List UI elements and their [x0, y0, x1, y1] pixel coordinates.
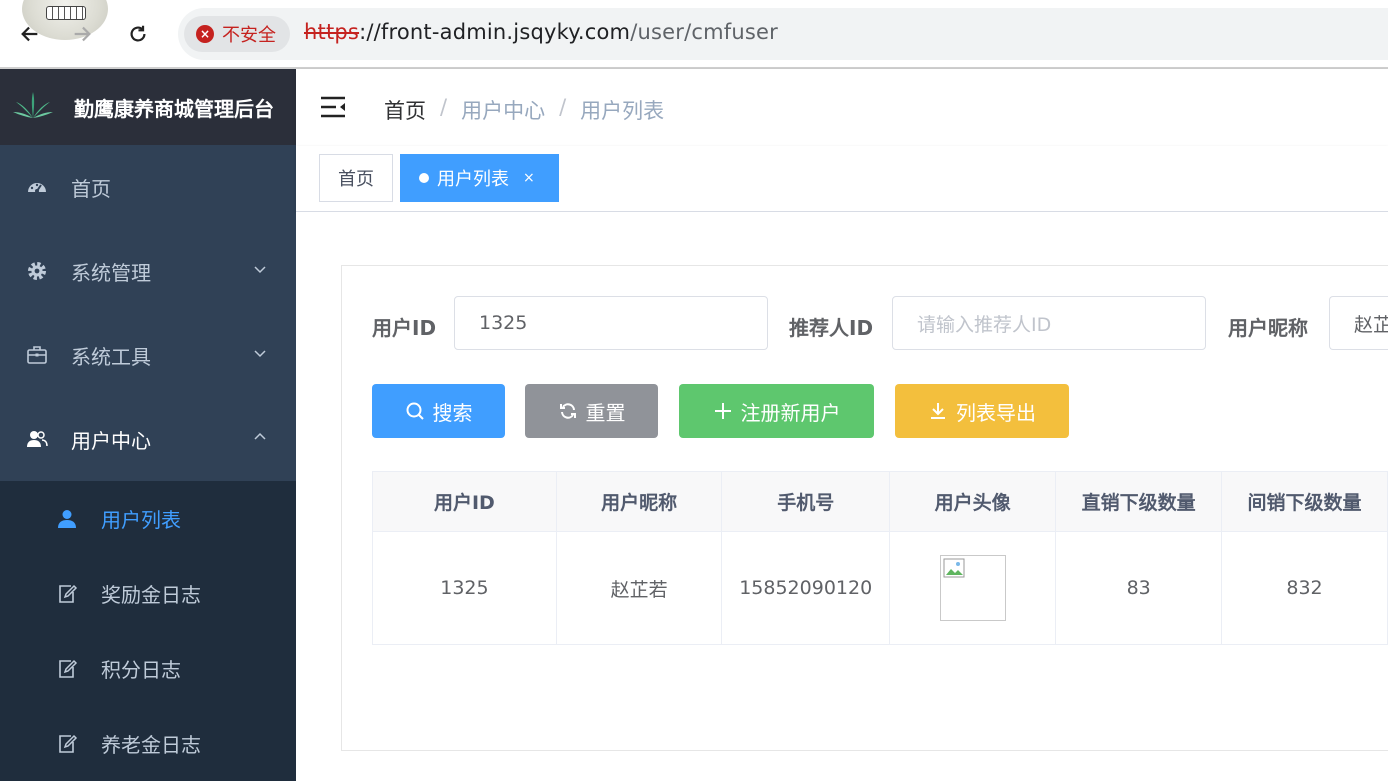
referrer-id-label: 推荐人ID: [789, 316, 874, 340]
referrer-id-input[interactable]: 请输入推荐人ID: [892, 296, 1206, 350]
tag-label: 用户列表: [437, 169, 509, 190]
search-button-label: 搜索: [432, 400, 473, 425]
edit-icon: [56, 733, 78, 755]
address-bar[interactable]: × 不安全 https://front-admin.jsqyky.com/use…: [178, 8, 1388, 60]
sidebar-item-bonus-log[interactable]: 奖励金日志: [0, 556, 296, 631]
table-row[interactable]: 1325 赵芷若 15852090120 83 832: [372, 531, 1388, 645]
gear-icon: [26, 260, 48, 282]
column-header-phone[interactable]: 手机号: [721, 471, 890, 532]
navbar: 首页 / 用户中心 / 用户列表: [296, 69, 1388, 146]
chevron-down-icon: [254, 350, 266, 358]
breadcrumb-user-list: 用户列表: [580, 99, 665, 123]
refresh-icon: [559, 403, 576, 419]
browser-toolbar: × 不安全 https://front-admin.jsqyky.com/use…: [0, 0, 1388, 69]
user-table: 用户ID 用户昵称 手机号 用户头像 直销下级数量 间销下级数量 1325 赵芷…: [372, 471, 1388, 645]
nickname-label: 用户昵称: [1228, 316, 1308, 340]
security-chip[interactable]: × 不安全: [184, 16, 290, 52]
sidebar-item-label: 积分日志: [101, 658, 181, 682]
cell-direct-count: 83: [1055, 531, 1223, 645]
cell-indirect-count: 832: [1221, 531, 1388, 645]
active-dot-icon: [419, 173, 429, 183]
reset-button[interactable]: 重置: [525, 384, 658, 438]
sidebar-item-pension-log[interactable]: 养老金日志: [0, 706, 296, 781]
column-header-nickname[interactable]: 用户昵称: [555, 471, 723, 532]
table-header-row: 用户ID 用户昵称 手机号 用户头像 直销下级数量 间销下级数量: [372, 471, 1388, 532]
sidebar-item-user-list[interactable]: 用户列表: [0, 481, 296, 556]
plus-icon: [714, 403, 731, 419]
register-user-button[interactable]: 注册新用户: [679, 384, 874, 438]
breadcrumb-separator: /: [559, 95, 567, 119]
security-label: 不安全: [222, 25, 276, 46]
user-id-input[interactable]: 1325: [454, 296, 768, 350]
user-icon: [56, 508, 78, 530]
tags-view: 首页 用户列表 ×: [296, 146, 1388, 212]
sidebar: 勤鹰康养商城管理后台 首页 系统管理 系统工具 用户中心 用户列表 奖励金日志 …: [0, 69, 296, 781]
close-icon[interactable]: ×: [523, 170, 535, 186]
register-button-label: 注册新用户: [740, 400, 841, 425]
tag-label: 首页: [338, 169, 374, 190]
nickname-input[interactable]: 赵芷: [1329, 296, 1388, 350]
search-icon: [406, 402, 424, 420]
chevron-up-icon: [254, 432, 266, 440]
dashboard-icon: [26, 176, 48, 198]
tag-home[interactable]: 首页: [319, 154, 393, 202]
edit-icon: [56, 658, 78, 680]
sidebar-item-tools[interactable]: 系统工具: [0, 313, 296, 397]
chevron-down-icon: [254, 266, 266, 274]
breadcrumb-separator: /: [440, 95, 448, 119]
export-list-button[interactable]: 列表导出: [895, 384, 1069, 438]
tag-user-list[interactable]: 用户列表 ×: [400, 154, 559, 202]
toolbox-icon: [26, 344, 48, 366]
reload-icon[interactable]: [122, 18, 154, 50]
sidebar-item-label: 奖励金日志: [101, 583, 201, 607]
reset-button-label: 重置: [585, 400, 626, 425]
logo-icon: [12, 90, 54, 124]
cell-avatar: [888, 531, 1057, 645]
sidebar-brand[interactable]: 勤鹰康养商城管理后台: [0, 69, 296, 145]
brand-title: 勤鹰康养商城管理后台: [74, 96, 274, 121]
cell-nickname: 赵芷若: [555, 531, 723, 645]
column-header-indirect-count[interactable]: 间销下级数量: [1221, 471, 1388, 532]
cell-user-id: 1325: [372, 531, 557, 645]
sidebar-item-label: 首页: [71, 176, 111, 201]
sidebar-item-system[interactable]: 系统管理: [0, 229, 296, 313]
cell-phone: 15852090120: [721, 531, 890, 645]
sidebar-item-user-center[interactable]: 用户中心: [0, 397, 296, 481]
insecure-icon: ×: [196, 25, 214, 43]
export-button-label: 列表导出: [956, 400, 1036, 425]
download-icon: [931, 403, 945, 419]
edit-icon: [56, 583, 78, 605]
breadcrumb: 首页 / 用户中心 / 用户列表: [384, 95, 664, 125]
users-icon: [26, 428, 48, 450]
column-header-direct-count[interactable]: 直销下级数量: [1055, 471, 1223, 532]
sidebar-item-label: 用户中心: [71, 428, 151, 453]
search-button[interactable]: 搜索: [372, 384, 505, 438]
sidebar-item-label: 养老金日志: [101, 733, 201, 757]
sidebar-item-home[interactable]: 首页: [0, 145, 296, 229]
broken-image-icon[interactable]: [939, 555, 1006, 621]
sidebar-item-label: 用户列表: [101, 508, 181, 532]
hamburger-icon[interactable]: [320, 95, 346, 119]
column-header-avatar[interactable]: 用户头像: [888, 471, 1057, 532]
breadcrumb-user-center: 用户中心: [461, 99, 546, 123]
back-icon[interactable]: [14, 18, 46, 50]
user-id-label: 用户ID: [372, 316, 437, 340]
column-header-user-id[interactable]: 用户ID: [372, 471, 557, 532]
sidebar-item-label: 系统管理: [71, 260, 151, 285]
breadcrumb-home[interactable]: 首页: [384, 95, 426, 125]
sidebar-item-label: 系统工具: [71, 344, 151, 369]
sidebar-item-points-log[interactable]: 积分日志: [0, 631, 296, 706]
user-center-submenu: 用户列表 奖励金日志 积分日志 养老金日志: [0, 481, 296, 781]
url-text[interactable]: https://front-admin.jsqyky.com/user/cmfu…: [304, 20, 778, 44]
forward-icon[interactable]: [66, 18, 98, 50]
